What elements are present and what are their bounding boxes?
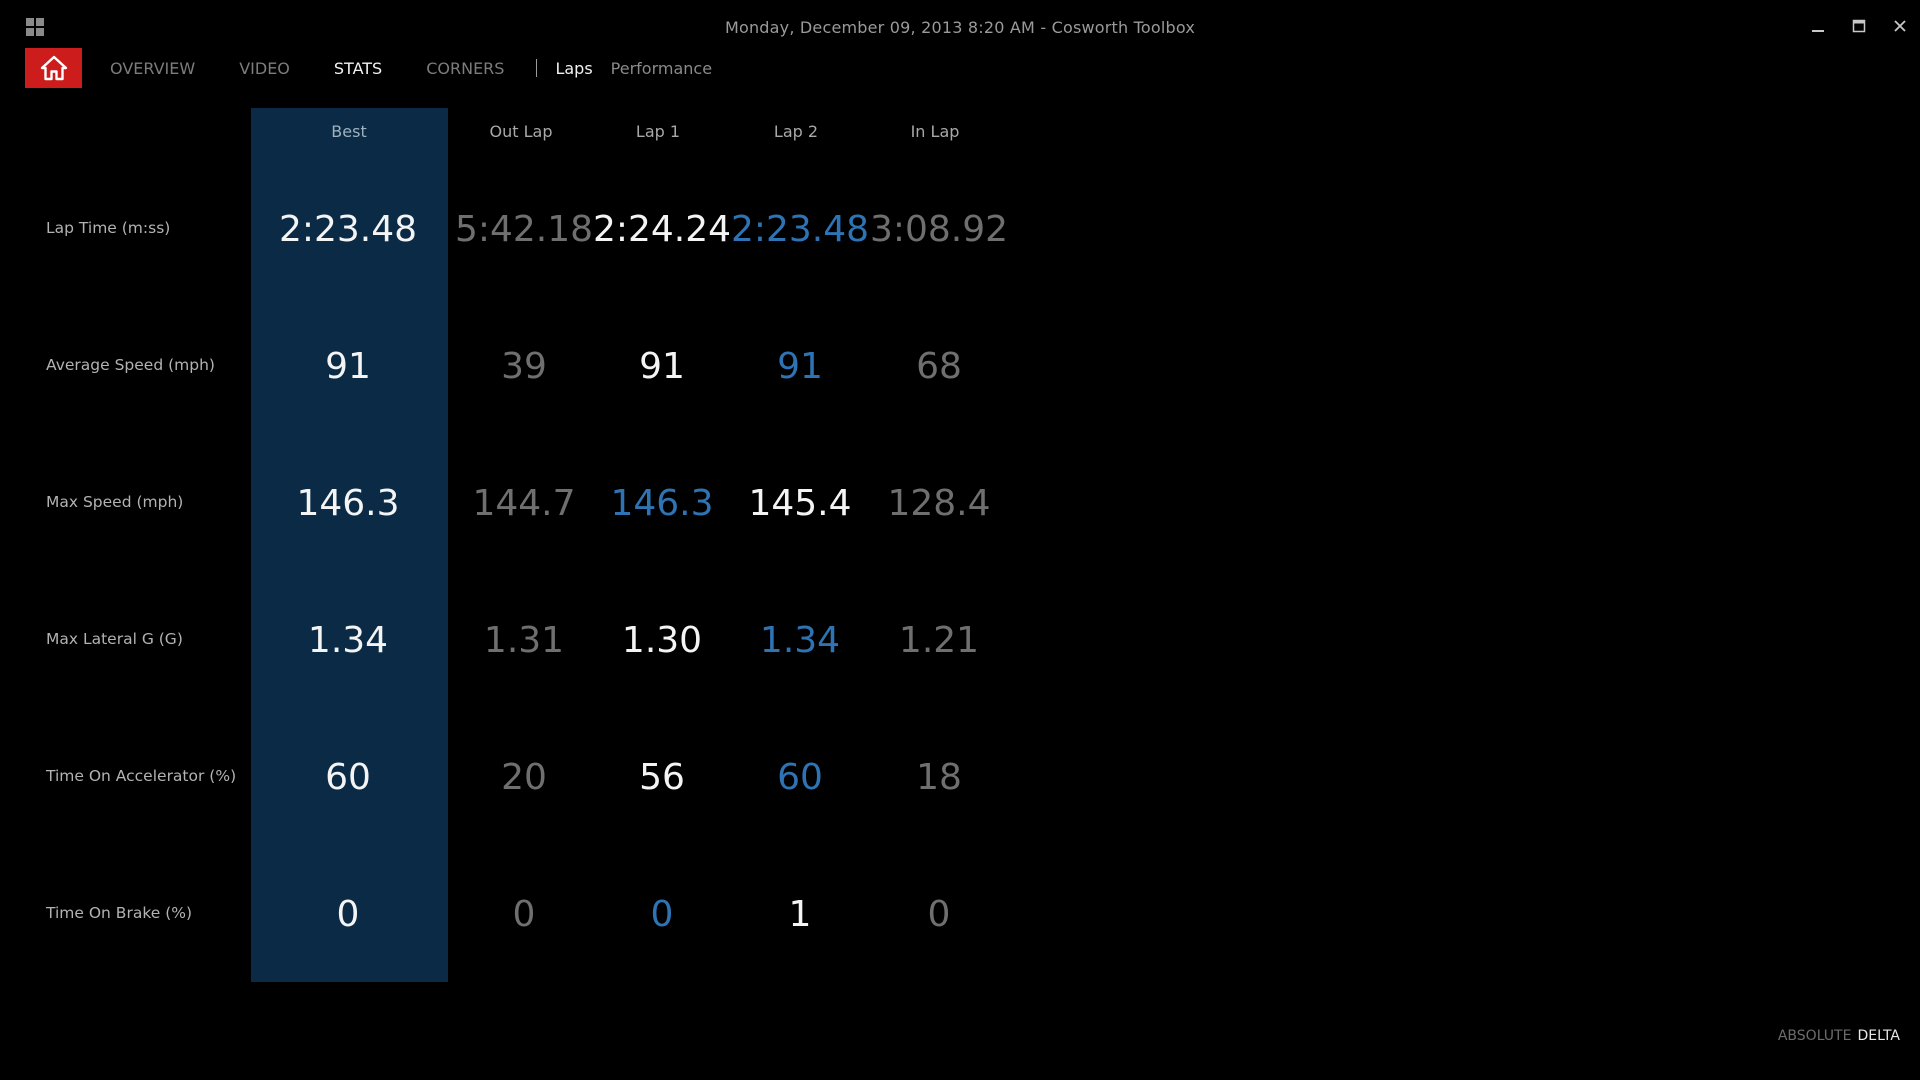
column-header-best[interactable]: Best [279, 122, 419, 141]
cell-max-speed-best: 146.3 [296, 483, 400, 524]
column-header-out-lap[interactable]: Out Lap [451, 122, 591, 141]
tab-video[interactable]: VIDEO [239, 59, 290, 78]
cell-max-lateral-g-best: 1.34 [307, 620, 389, 661]
close-icon [1893, 20, 1906, 32]
absolute-delta-toggle: ABSOLUTE DELTA [1778, 1028, 1900, 1044]
nav-divider [536, 59, 538, 77]
cell-lap-time-lap-2: 2:23.48 [730, 209, 870, 250]
minimize-icon [1811, 30, 1824, 32]
window-controls [1797, 12, 1920, 40]
cell-max-speed-out-lap: 144.7 [472, 483, 576, 524]
cell-lap-time-lap-1: 2:24.24 [592, 209, 732, 250]
row-label-time-on-brake: Time On Brake (%) [46, 904, 193, 922]
cell-time-on-accelerator-in-lap: 18 [916, 757, 962, 798]
tab-overview[interactable]: OVERVIEW [110, 59, 195, 78]
cell-max-speed-in-lap: 128.4 [887, 483, 991, 524]
close-button[interactable] [1879, 12, 1920, 40]
cell-lap-time-in-lap: 3:08.92 [869, 209, 1009, 250]
cell-average-speed-lap-2: 91 [777, 346, 823, 387]
delta-option[interactable]: DELTA [1857, 1028, 1900, 1044]
maximize-button[interactable] [1838, 12, 1879, 40]
cell-max-lateral-g-lap-1: 1.30 [621, 620, 703, 661]
home-button[interactable] [25, 48, 82, 88]
cell-max-speed-lap-2: 145.4 [748, 483, 852, 524]
tab-stats[interactable]: STATS [334, 59, 382, 78]
cell-average-speed-out-lap: 39 [501, 346, 547, 387]
cell-lap-time-out-lap: 5:42.18 [454, 209, 594, 250]
cell-average-speed-best: 91 [325, 346, 371, 387]
cell-time-on-accelerator-best: 60 [325, 757, 371, 798]
subtab-laps[interactable]: Laps [555, 59, 592, 78]
cell-time-on-brake-lap-2: 1 [788, 894, 812, 935]
cell-time-on-accelerator-out-lap: 20 [501, 757, 547, 798]
cell-max-lateral-g-out-lap: 1.31 [483, 620, 565, 661]
cell-max-speed-lap-1: 146.3 [610, 483, 714, 524]
main-nav: OVERVIEW VIDEO STATS CORNERS Laps Perfor… [110, 56, 730, 80]
row-label-time-on-accelerator: Time On Accelerator (%) [46, 767, 237, 785]
row-label-max-speed: Max Speed (mph) [46, 493, 184, 511]
row-label-average-speed: Average Speed (mph) [46, 356, 215, 374]
row-label-max-lateral-g: Max Lateral G (G) [46, 630, 183, 648]
cell-max-lateral-g-lap-2: 1.34 [759, 620, 841, 661]
cell-time-on-brake-lap-1: 0 [650, 894, 674, 935]
maximize-icon [1852, 19, 1865, 33]
cell-average-speed-lap-1: 91 [639, 346, 685, 387]
column-header-in-lap[interactable]: In Lap [865, 122, 1005, 141]
column-header-lap-1[interactable]: Lap 1 [588, 122, 728, 141]
cell-time-on-brake-in-lap: 0 [927, 894, 951, 935]
home-icon [40, 55, 67, 81]
window-title: Monday, December 09, 2013 8:20 AM - Cosw… [724, 18, 1196, 37]
cell-time-on-brake-best: 0 [336, 894, 360, 935]
cell-max-lateral-g-in-lap: 1.21 [898, 620, 980, 661]
tab-corners[interactable]: CORNERS [426, 59, 504, 78]
app-window: Monday, December 09, 2013 8:20 AM - Cosw… [0, 0, 1920, 1080]
cell-average-speed-in-lap: 68 [916, 346, 962, 387]
column-header-lap-2[interactable]: Lap 2 [726, 122, 866, 141]
row-label-lap-time: Lap Time (m:ss) [46, 219, 171, 237]
absolute-option[interactable]: ABSOLUTE [1778, 1028, 1852, 1044]
cell-time-on-accelerator-lap-2: 60 [777, 757, 823, 798]
cell-time-on-brake-out-lap: 0 [512, 894, 536, 935]
cell-time-on-accelerator-lap-1: 56 [639, 757, 685, 798]
minimize-button[interactable] [1797, 12, 1838, 40]
cell-lap-time-best: 2:23.48 [278, 209, 418, 250]
subtab-performance[interactable]: Performance [611, 59, 712, 78]
